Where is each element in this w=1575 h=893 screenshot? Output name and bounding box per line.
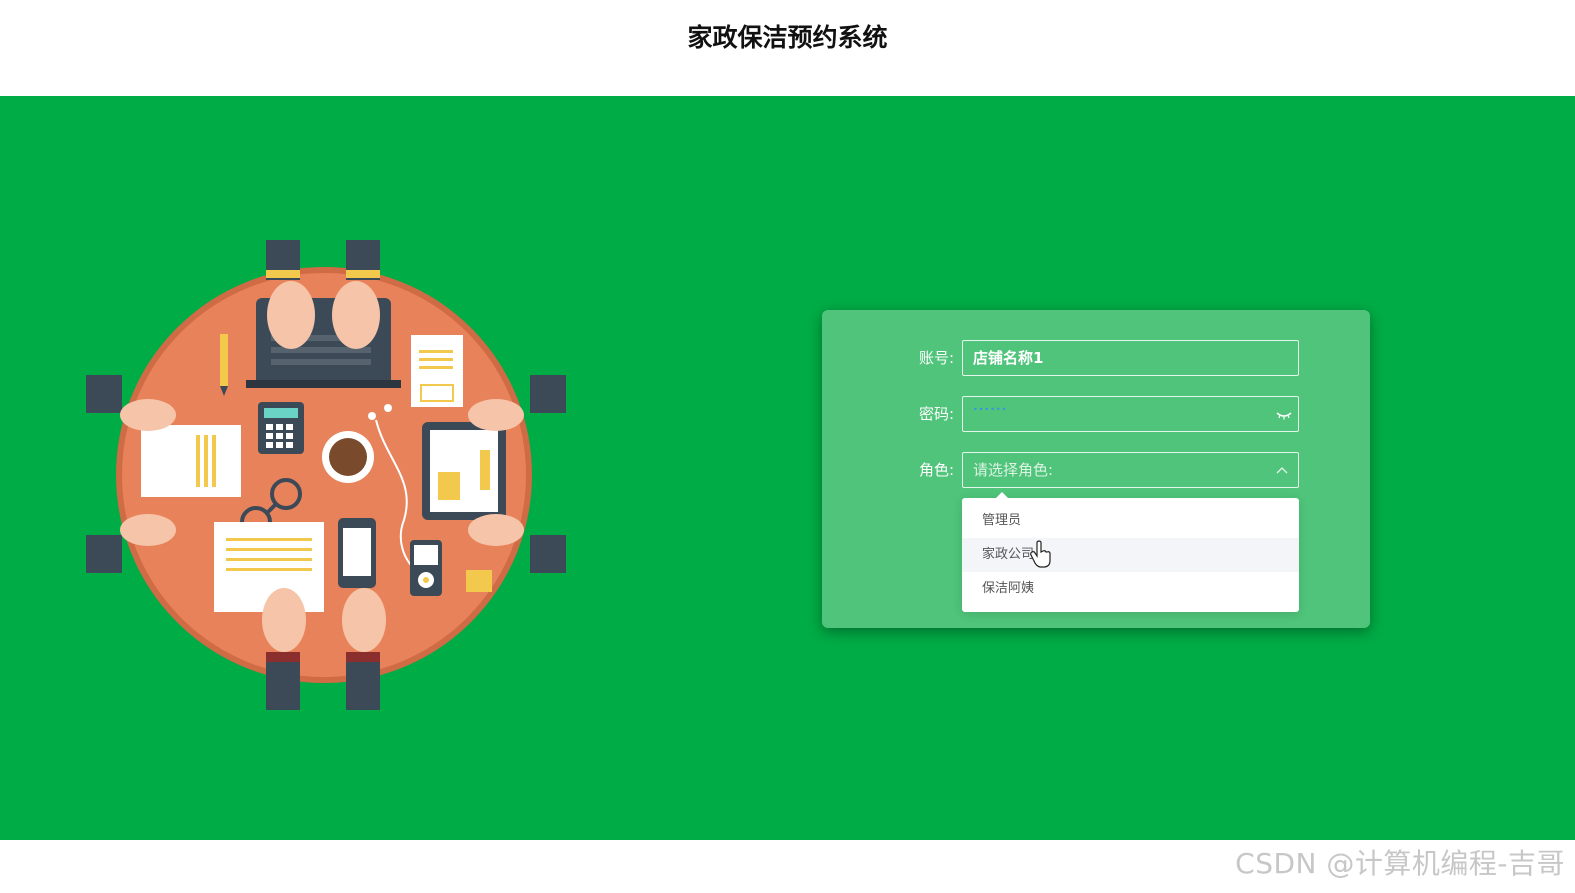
password-row: 密码: •••••• <box>822 396 1370 432</box>
role-select[interactable]: 请选择角色: <box>962 452 1299 488</box>
password-label: 密码: <box>918 405 954 423</box>
meeting-table-illustration <box>86 240 566 710</box>
watermark: CSDN @计算机编程-吉哥 <box>1235 847 1565 880</box>
role-placeholder: 请选择角色: <box>973 461 1054 479</box>
account-input[interactable]: 店铺名称1 <box>962 340 1299 376</box>
account-row: 账号: 店铺名称1 <box>822 340 1370 376</box>
hand-cursor-icon <box>1030 540 1051 568</box>
dropdown-item-cleaner[interactable]: 保洁阿姨 <box>962 572 1299 606</box>
dropdown-item-company[interactable]: 家政公司 <box>962 538 1299 572</box>
password-value: •••••• <box>973 405 1008 414</box>
dropdown-item-admin[interactable]: 管理员 <box>962 504 1299 538</box>
eye-closed-icon[interactable] <box>1276 409 1292 421</box>
login-page: 家政保洁预约系统 账号: 店铺名称1 密码: •••••• 角色: 请选择角色:… <box>0 0 1575 893</box>
account-label: 账号: <box>918 349 954 367</box>
header: 家政保洁预约系统 <box>0 0 1575 96</box>
role-label: 角色: <box>918 461 954 479</box>
role-dropdown: 管理员 家政公司 保洁阿姨 <box>962 492 1299 612</box>
role-row: 角色: 请选择角色: <box>822 452 1370 488</box>
main-area: 账号: 店铺名称1 密码: •••••• 角色: 请选择角色: 管理员 家政公司… <box>0 96 1575 840</box>
password-input[interactable]: •••••• <box>962 396 1299 432</box>
account-value: 店铺名称1 <box>973 349 1044 367</box>
dropdown-arrow <box>996 492 1008 498</box>
chevron-up-icon <box>1276 467 1288 474</box>
page-title: 家政保洁预约系统 <box>687 23 888 52</box>
